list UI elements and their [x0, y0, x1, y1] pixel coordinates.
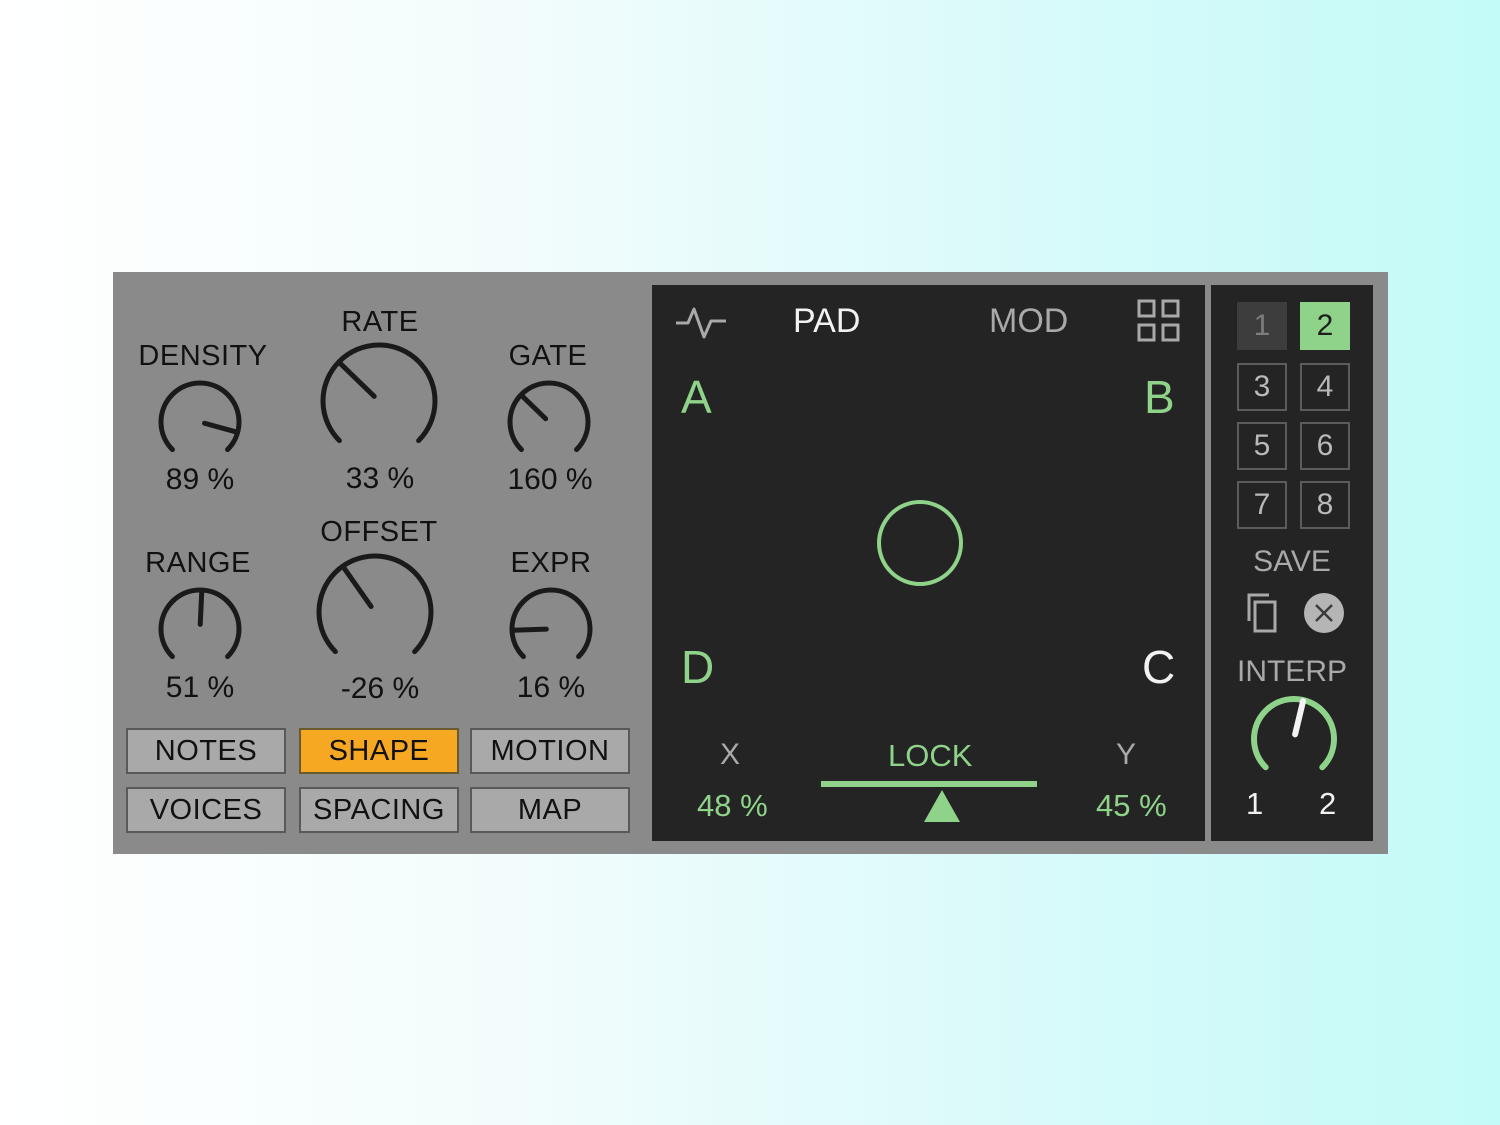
waveform-icon[interactable]: [674, 301, 728, 343]
offset-knob-pointer: [340, 564, 374, 610]
x-value: 48 %: [697, 788, 768, 823]
gate-knob-pointer: [519, 393, 549, 422]
expr-label: EXPR: [510, 547, 592, 579]
copy-icon[interactable]: [1241, 591, 1281, 635]
tab-pad[interactable]: PAD: [793, 304, 860, 338]
preset-slot-3[interactable]: 3: [1237, 363, 1287, 411]
lock-slider-track[interactable]: [821, 781, 1037, 787]
pad-cursor[interactable]: [874, 497, 966, 589]
expr-knob-pointer: [510, 626, 549, 633]
range-knob[interactable]: [150, 579, 250, 679]
lock-slider-handle[interactable]: [922, 788, 962, 824]
gate-knob[interactable]: [499, 372, 599, 472]
tab-shape[interactable]: SHAPE: [299, 728, 459, 774]
rate-label: RATE: [341, 306, 419, 338]
gate-label: GATE: [508, 340, 588, 372]
interp-min-label: 1: [1246, 786, 1264, 821]
tab-spacing[interactable]: SPACING: [299, 787, 459, 833]
expr-knob-arc: [509, 587, 593, 660]
preset-slot-6[interactable]: 6: [1300, 422, 1350, 470]
rate-knob-pointer: [337, 360, 377, 399]
tab-voices[interactable]: VOICES: [126, 787, 286, 833]
tab-notes[interactable]: NOTES: [126, 728, 286, 774]
interp-label: INTERP: [1236, 655, 1347, 688]
preset-panel: 1 2 3 4 5 6 7 8 SAVE INTERP 1 2: [1211, 285, 1373, 841]
range-label: RANGE: [145, 547, 251, 579]
density-value: 89 %: [165, 463, 235, 496]
rate-knob[interactable]: [314, 336, 444, 466]
preset-slot-2[interactable]: 2: [1300, 302, 1350, 350]
rate-knob-arc: [320, 342, 438, 444]
preset-slot-7[interactable]: 7: [1237, 481, 1287, 529]
offset-value: -26 %: [340, 672, 420, 705]
corner-c-label: C: [1142, 641, 1176, 693]
y-label: Y: [1116, 738, 1137, 771]
preset-slot-5[interactable]: 5: [1237, 422, 1287, 470]
interp-knob-pointer: [1292, 698, 1307, 738]
save-label[interactable]: SAVE: [1211, 547, 1373, 577]
tab-map[interactable]: MAP: [470, 787, 630, 833]
range-value: 51 %: [165, 671, 235, 704]
density-knob[interactable]: [150, 372, 250, 472]
expr-knob[interactable]: [501, 579, 601, 679]
grid-icon[interactable]: [1137, 299, 1181, 343]
range-knob-pointer: [197, 588, 205, 627]
interp-knob[interactable]: [1243, 688, 1345, 790]
lock-label: LOCK: [888, 738, 973, 773]
interp-max-label: 2: [1319, 786, 1337, 821]
preset-slot-8[interactable]: 8: [1300, 481, 1350, 529]
offset-knob-arc: [316, 553, 434, 655]
gate-knob-arc: [507, 380, 591, 453]
tab-motion[interactable]: MOTION: [470, 728, 630, 774]
x-label: X: [720, 738, 741, 771]
device-panel: DENSITY 89 % RATE 33 % GATE 160 % RANGE …: [113, 272, 1388, 854]
density-knob-pointer: [202, 420, 240, 435]
rate-value: 33 %: [345, 462, 415, 495]
corner-d-label: D: [681, 641, 715, 693]
expr-value: 16 %: [516, 671, 586, 704]
corner-a-label: A: [681, 371, 712, 423]
offset-knob[interactable]: [310, 547, 440, 677]
preset-slot-1[interactable]: 1: [1237, 302, 1287, 350]
offset-label: OFFSET: [320, 516, 438, 548]
density-knob-arc: [158, 380, 242, 453]
gate-value: 160 %: [507, 463, 593, 496]
density-label: DENSITY: [138, 340, 268, 372]
xy-pad-panel: PAD MOD A B D C X 48 % LOCK Y 45 %: [652, 285, 1205, 841]
y-value: 45 %: [1096, 788, 1167, 823]
tab-mod[interactable]: MOD: [989, 304, 1068, 338]
preset-slot-4[interactable]: 4: [1300, 363, 1350, 411]
corner-b-label: B: [1144, 371, 1175, 423]
close-icon[interactable]: [1302, 591, 1346, 635]
